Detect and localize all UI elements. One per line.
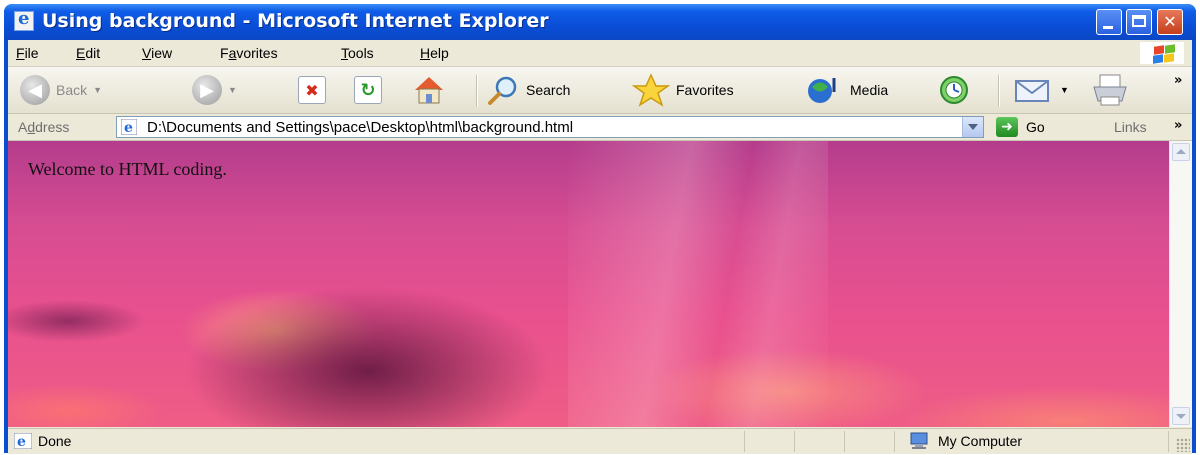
back-dropdown-icon[interactable]: ▼ [93, 85, 102, 95]
address-label-pre: A [18, 119, 28, 135]
menu-view-label: iew [151, 45, 173, 61]
security-zone-text: My Computer [938, 433, 1023, 449]
go-button[interactable]: ➜ Go [996, 116, 1045, 138]
address-input[interactable]: e D:\Documents and Settings\pace\Desktop… [116, 116, 984, 138]
menu-bar: File Edit View Favorites Tools Help [8, 40, 1192, 67]
search-label: Search [526, 82, 571, 98]
print-button[interactable] [1090, 73, 1130, 107]
address-label: Address [18, 119, 69, 135]
forward-arrow-icon: ▶ [192, 75, 222, 105]
media-button[interactable]: Media [804, 73, 888, 107]
close-button[interactable]: ✕ [1157, 9, 1183, 35]
minimize-icon [1097, 10, 1121, 34]
status-pane-divider [744, 431, 745, 452]
history-icon [940, 76, 968, 104]
stop-icon: ✖ [298, 76, 326, 104]
refresh-button[interactable]: ↻ [354, 73, 382, 107]
address-dropdown-button[interactable] [962, 117, 983, 137]
browser-window: Using background - Microsoft Internet Ex… [4, 4, 1196, 454]
maximize-button[interactable] [1126, 9, 1152, 35]
vertical-scrollbar[interactable] [1169, 141, 1192, 427]
media-label: Media [850, 82, 889, 98]
maximize-icon [1127, 10, 1151, 34]
minimize-button[interactable] [1096, 9, 1122, 35]
menu-file[interactable]: File [16, 45, 39, 61]
menu-view-accel: V [142, 45, 152, 61]
close-icon: ✕ [1163, 12, 1177, 31]
forward-dropdown-icon[interactable]: ▼ [228, 85, 237, 95]
page-ie-icon: e [121, 119, 137, 135]
scroll-down-icon[interactable] [1172, 407, 1190, 425]
menu-edit[interactable]: Edit [76, 45, 100, 61]
forward-button[interactable]: ▶ ▼ [192, 73, 237, 107]
page-content[interactable]: Welcome to HTML coding. [8, 141, 1192, 427]
status-pane-divider [844, 431, 845, 452]
stop-button[interactable]: ✖ [298, 73, 326, 107]
favorites-star-icon [632, 73, 670, 107]
back-button[interactable]: ◀ Back ▼ [20, 73, 102, 107]
status-text: Done [38, 433, 72, 449]
svg-text:e: e [17, 434, 26, 449]
address-url-text: D:\Documents and Settings\pace\Desktop\h… [147, 119, 574, 136]
my-computer-icon [910, 432, 928, 449]
address-label-accel: d [27, 119, 36, 135]
scroll-up-icon[interactable] [1172, 143, 1190, 161]
ie-app-icon[interactable] [14, 8, 34, 31]
windows-logo-icon [1140, 42, 1184, 64]
home-icon [415, 77, 443, 104]
svg-text:e: e [124, 120, 133, 135]
menu-edit-label: dit [85, 45, 101, 61]
menu-tools-accel: T [341, 45, 348, 61]
page-welcome-text: Welcome to HTML coding. [28, 159, 227, 179]
title-bar[interactable]: Using background - Microsoft Internet Ex… [4, 4, 1196, 40]
toolbar-separator [476, 75, 478, 107]
background-image [568, 141, 828, 427]
resize-grip-icon[interactable] [1176, 438, 1190, 452]
toolbar-overflow-icon[interactable]: » [1174, 73, 1182, 88]
status-pane-divider [894, 431, 895, 452]
favorites-label: Favorites [676, 82, 734, 98]
refresh-icon: ↻ [354, 76, 382, 104]
home-button[interactable] [412, 73, 446, 107]
favorites-button[interactable]: Favorites [632, 73, 734, 107]
status-pane-divider [794, 431, 795, 452]
menu-favorites[interactable]: Favorites [220, 45, 278, 61]
history-button[interactable] [936, 73, 972, 107]
status-pane-divider [1168, 431, 1169, 452]
search-button[interactable]: Search [486, 73, 570, 107]
links-overflow-icon[interactable]: » [1174, 118, 1182, 133]
menu-favorites-pre: F [220, 45, 229, 61]
go-arrow-icon: ➜ [996, 117, 1018, 137]
menu-help-label: elp [430, 45, 449, 61]
go-label: Go [1026, 119, 1045, 135]
menu-file-accel: F [16, 45, 25, 61]
standard-toolbar: ◀ Back ▼ ▶ ▼ ✖ ↻ Search Favorites Media … [8, 67, 1192, 114]
menu-favorites-label: vorites [236, 45, 278, 61]
menu-tools[interactable]: Tools [341, 45, 374, 61]
printer-icon [1093, 74, 1127, 106]
links-toolbar[interactable]: Links [1114, 119, 1147, 135]
menu-edit-accel: E [76, 45, 86, 61]
menu-help-accel: H [420, 45, 431, 61]
window-frame: File Edit View Favorites Tools Help ◀ Ba… [8, 40, 1192, 454]
menu-view[interactable]: View [142, 45, 172, 61]
window-title: Using background - Microsoft Internet Ex… [42, 10, 549, 32]
mail-button[interactable]: ▼ [1012, 73, 1069, 107]
media-icon [808, 78, 836, 103]
status-bar: e Done My Computer [8, 428, 1192, 454]
back-arrow-icon: ◀ [20, 75, 50, 105]
address-label-rest: dress [35, 119, 70, 135]
menu-tools-label: ools [348, 45, 374, 61]
address-bar: Address e D:\Documents and Settings\pace… [8, 114, 1192, 141]
toolbar-separator [998, 75, 1000, 107]
back-label: Back [56, 82, 88, 98]
search-icon [488, 76, 517, 105]
menu-file-label: ile [24, 45, 39, 61]
menu-help[interactable]: Help [420, 45, 449, 61]
mail-dropdown-icon[interactable]: ▼ [1060, 85, 1069, 95]
done-ie-icon: e [14, 433, 32, 449]
mail-icon [1015, 80, 1049, 102]
